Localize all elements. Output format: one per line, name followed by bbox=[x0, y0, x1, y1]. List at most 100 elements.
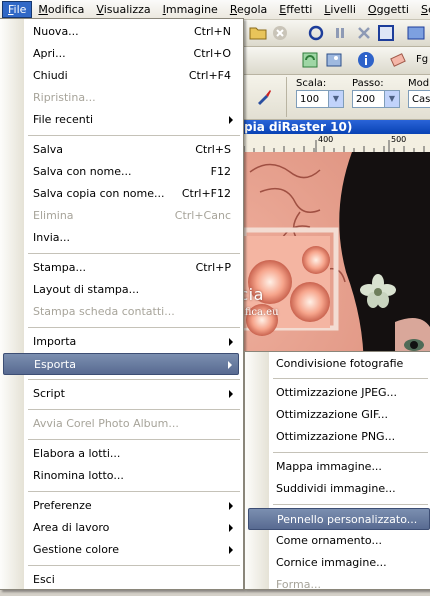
menu-oggetti-mnemonic: O bbox=[367, 3, 377, 16]
options-divider bbox=[286, 77, 287, 117]
menu-file[interactable]: File bbox=[2, 1, 33, 18]
scala-spinner[interactable]: 100 ▼ bbox=[296, 90, 344, 108]
menu-item-invia[interactable]: Invia... bbox=[3, 227, 239, 249]
menu-oggetti[interactable]: Oggetti bbox=[362, 1, 415, 18]
menu-item-label: Stampa... bbox=[33, 261, 86, 274]
menu-visualizza[interactable]: Visualizza bbox=[90, 1, 156, 18]
menu-item-nuova[interactable]: Nuova... Ctrl+N bbox=[3, 21, 239, 43]
photo-fix-icon[interactable] bbox=[324, 50, 344, 70]
menu-item-apri[interactable]: Apri... Ctrl+O bbox=[3, 43, 239, 65]
menu-item-label: Ripristina... bbox=[33, 91, 96, 104]
menu-item-shortcut: F12 bbox=[210, 165, 231, 178]
eraser-icon[interactable] bbox=[388, 50, 408, 70]
menu-item-label: Layout di stampa... bbox=[33, 283, 140, 296]
submenu-item-label: Ottimizzazione PNG... bbox=[276, 430, 396, 443]
submenu-item-come-ornamento[interactable]: Come ornamento... bbox=[248, 530, 430, 552]
submenu-item-label: Come ornamento... bbox=[276, 534, 382, 547]
menu-modifica[interactable]: Modifica bbox=[32, 1, 90, 18]
submenu-item-ottimizzazione-jpeg[interactable]: Ottimizzazione JPEG... bbox=[248, 382, 430, 404]
menu-item-elabora-a-lotti[interactable]: Elabora a lotti... bbox=[3, 443, 239, 465]
menu-modifica-label: odifica bbox=[47, 3, 85, 16]
menu-item-label: Chiudi bbox=[33, 69, 68, 82]
menu-regola[interactable]: Regola bbox=[224, 1, 273, 18]
submenu-item-ottimizzazione-png[interactable]: Ottimizzazione PNG... bbox=[248, 426, 430, 448]
menu-effetti[interactable]: Effetti bbox=[273, 1, 318, 18]
script-editor-icon[interactable] bbox=[376, 23, 396, 43]
menu-item-area-di-lavoro[interactable]: Area di lavoro bbox=[3, 517, 239, 539]
menu-item-preferenze[interactable]: Preferenze bbox=[3, 495, 239, 517]
mod-select[interactable]: Casu bbox=[408, 90, 430, 108]
menu-item-esci[interactable]: Esci bbox=[3, 569, 239, 591]
menu-regola-mnemonic: R bbox=[229, 3, 237, 16]
menu-item-rinomina-lotto[interactable]: Rinomina lotto... bbox=[3, 465, 239, 487]
submenu-item-ottimizzazione-gif[interactable]: Ottimizzazione GIF... bbox=[248, 404, 430, 426]
submenu-item-cornice-immagine[interactable]: Cornice immagine... bbox=[248, 552, 430, 574]
menu-item-gestione-colore[interactable]: Gestione colore bbox=[3, 539, 239, 561]
menu-item-stampa-scheda-contatti: Stampa scheda contatti... bbox=[3, 301, 239, 323]
menu-item-salva[interactable]: Salva Ctrl+S bbox=[3, 139, 239, 161]
menu-item-importa[interactable]: Importa bbox=[3, 331, 239, 353]
menu-separator bbox=[28, 409, 240, 410]
menu-item-label: Importa bbox=[33, 335, 77, 348]
passo-label: Passo: bbox=[352, 78, 384, 89]
menu-item-shortcut: Ctrl+O bbox=[193, 47, 231, 60]
spinner-down-icon[interactable]: ▼ bbox=[384, 91, 399, 107]
scala-label: Scala: bbox=[296, 78, 327, 89]
menu-item-label: Nuova... bbox=[33, 25, 79, 38]
record-icon[interactable] bbox=[306, 23, 326, 43]
menu-separator bbox=[28, 379, 240, 380]
pause-icon[interactable] bbox=[330, 23, 350, 43]
menu-separator bbox=[28, 253, 240, 254]
menu-item-file-recenti[interactable]: File recenti bbox=[3, 109, 239, 131]
menu-item-label: File recenti bbox=[33, 113, 94, 126]
menu-separator bbox=[28, 439, 240, 440]
refresh-icon[interactable] bbox=[300, 50, 320, 70]
submenu-item-condivisione-fotografie[interactable]: Condivisione fotografie bbox=[248, 353, 430, 375]
open-folder-icon[interactable] bbox=[248, 23, 268, 43]
submenu-item-label: Suddividi immagine... bbox=[276, 482, 396, 495]
submenu-item-label: Mappa immagine... bbox=[276, 460, 382, 473]
menu-item-shortcut: Ctrl+P bbox=[195, 261, 231, 274]
cancel-icon[interactable] bbox=[270, 23, 290, 43]
menu-item-label: Stampa scheda contatti... bbox=[33, 305, 175, 318]
menu-item-esporta[interactable]: Esporta bbox=[3, 353, 239, 375]
submenu-arrow-icon bbox=[229, 116, 233, 124]
submenu-item-mappa-immagine[interactable]: Mappa immagine... bbox=[248, 456, 430, 478]
menu-livelli[interactable]: Livelli bbox=[318, 1, 362, 18]
menu-separator bbox=[28, 491, 240, 492]
menu-item-shortcut: Ctrl+Canc bbox=[174, 209, 231, 222]
menu-selezioni-mnemonic: S bbox=[421, 3, 428, 16]
menu-oggetti-label: ggetti bbox=[376, 3, 409, 16]
submenu-item-pennello-personalizzato[interactable]: Pennello personalizzato... bbox=[248, 508, 430, 530]
menu-item-ripristina: Ripristina... bbox=[3, 87, 239, 109]
menu-item-salva-con-nome[interactable]: Salva con nome... F12 bbox=[3, 161, 239, 183]
stop-icon[interactable] bbox=[354, 23, 374, 43]
passo-spinner[interactable]: 200 ▼ bbox=[352, 90, 400, 108]
menu-item-label: Esci bbox=[33, 573, 55, 586]
submenu-item-label: Forma... bbox=[276, 578, 321, 591]
toolbar-overflow-icon[interactable] bbox=[406, 23, 426, 43]
menu-item-chiudi[interactable]: Chiudi Ctrl+F4 bbox=[3, 65, 239, 87]
brush-tool-icon[interactable] bbox=[254, 87, 274, 107]
menu-item-layout-di-stampa[interactable]: Layout di stampa... bbox=[3, 279, 239, 301]
menu-selezioni[interactable]: Selez bbox=[415, 1, 430, 18]
submenu-item-suddividi-immagine[interactable]: Suddividi immagine... bbox=[248, 478, 430, 500]
submenu-arrow-icon bbox=[229, 390, 233, 398]
passo-value: 200 bbox=[356, 94, 376, 105]
spinner-down-icon[interactable]: ▼ bbox=[328, 91, 343, 107]
info-icon[interactable] bbox=[356, 50, 376, 70]
menu-separator bbox=[273, 452, 428, 453]
menu-item-label: Elimina bbox=[33, 209, 74, 222]
export-submenu: Condivisione fotografie Ottimizzazione J… bbox=[244, 351, 430, 591]
menu-item-script[interactable]: Script bbox=[3, 383, 239, 405]
menu-item-salva-copia[interactable]: Salva copia con nome... Ctrl+F12 bbox=[3, 183, 239, 205]
menu-item-label: Esporta bbox=[34, 358, 76, 371]
menu-item-shortcut: Ctrl+F4 bbox=[188, 69, 231, 82]
menu-regola-label: egola bbox=[236, 3, 268, 16]
mod-label: Mod. bbox=[408, 78, 430, 89]
menu-visualizza-label: isualizza bbox=[103, 3, 151, 16]
menu-item-shortcut: Ctrl+F12 bbox=[181, 187, 231, 200]
menu-immagine[interactable]: Immagine bbox=[157, 1, 224, 18]
menu-file-label: ile bbox=[13, 3, 27, 16]
menu-item-stampa[interactable]: Stampa... Ctrl+P bbox=[3, 257, 239, 279]
